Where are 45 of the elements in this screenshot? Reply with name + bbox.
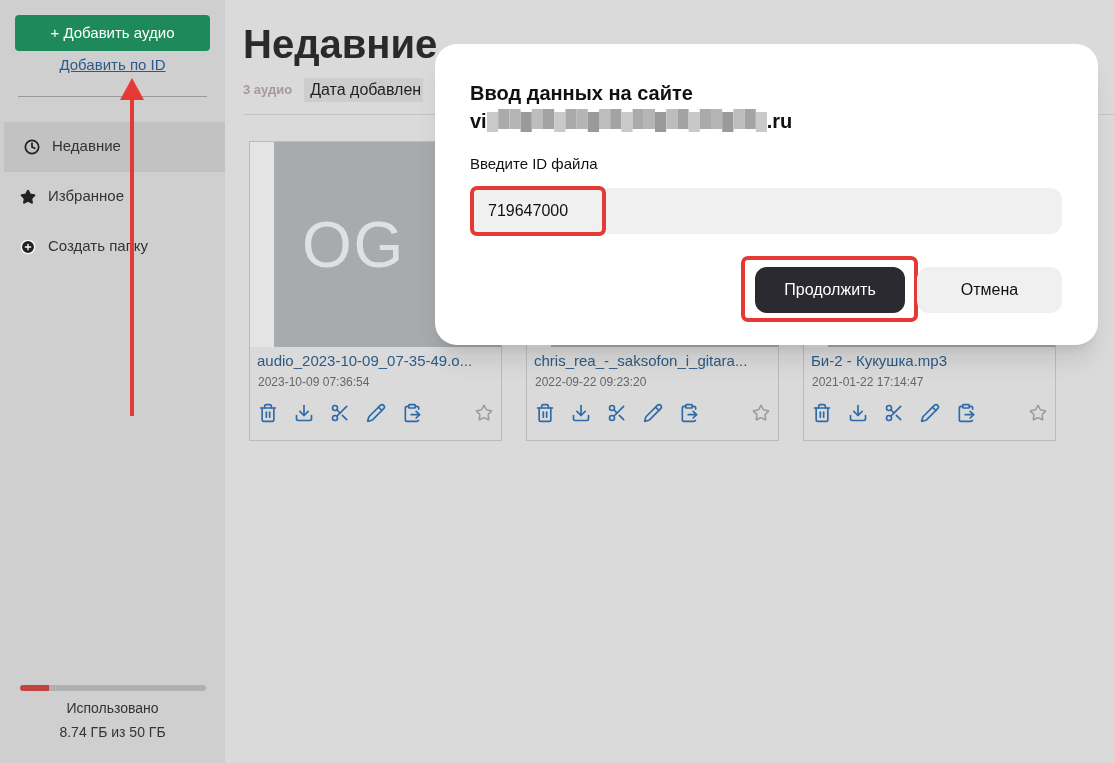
pencil-icon[interactable] bbox=[366, 402, 386, 423]
trash-icon[interactable] bbox=[258, 402, 278, 423]
audio-date: 2022-09-22 09:23:20 bbox=[534, 373, 648, 391]
audio-title[interactable]: Би-2 - Кукушка.mp3 bbox=[804, 350, 1055, 373]
storage-usage: 8.74 ГБ из 50 ГБ bbox=[59, 723, 166, 742]
download-icon[interactable] bbox=[848, 402, 868, 423]
storage-label: Использовано bbox=[66, 699, 159, 718]
audio-title[interactable]: audio_2023-10-09_07-35-49.o... bbox=[250, 350, 501, 373]
clipboard-icon[interactable] bbox=[402, 402, 422, 423]
pencil-icon[interactable] bbox=[920, 402, 940, 423]
sidebar-item[interactable]: Недавние bbox=[4, 121, 225, 172]
trash-icon[interactable] bbox=[812, 402, 832, 423]
cancel-button[interactable]: Отмена bbox=[917, 266, 1062, 313]
scissors-icon[interactable] bbox=[884, 402, 904, 423]
add-audio-button[interactable]: + Добавить аудио bbox=[15, 15, 210, 51]
trash-icon[interactable] bbox=[535, 402, 555, 423]
audio-title[interactable]: chris_rea_-_saksofon_i_gitara... bbox=[527, 350, 778, 373]
plus-circle-icon bbox=[20, 238, 36, 255]
add-by-id-link[interactable]: Добавить по ID bbox=[59, 54, 166, 77]
clipboard-icon[interactable] bbox=[679, 402, 699, 423]
dialog-title: Ввод данных на сайте bbox=[470, 81, 694, 106]
download-icon[interactable] bbox=[294, 402, 314, 423]
scissors-icon[interactable] bbox=[607, 402, 627, 423]
favorite-star-icon[interactable] bbox=[1029, 403, 1047, 422]
site-name-start: vi bbox=[470, 109, 487, 134]
audio-count: 3 аудио bbox=[243, 81, 293, 100]
favorite-star-icon[interactable] bbox=[475, 403, 493, 422]
star-icon bbox=[20, 188, 36, 205]
field-label: Введите ID файла bbox=[470, 154, 599, 174]
sidebar-label: Избранное bbox=[48, 186, 125, 207]
audio-date: 2021-01-22 17:14:47 bbox=[811, 373, 925, 391]
download-icon[interactable] bbox=[571, 402, 591, 423]
continue-button[interactable]: Продолжить bbox=[755, 266, 905, 313]
page-title: Недавние bbox=[243, 21, 439, 68]
clipboard-icon[interactable] bbox=[956, 402, 976, 423]
site-name-end: .ru bbox=[766, 109, 793, 134]
favorite-star-icon[interactable] bbox=[752, 403, 770, 422]
sidebar-label: Недавние bbox=[52, 136, 121, 157]
scissors-icon[interactable] bbox=[330, 402, 350, 423]
clock-icon bbox=[24, 138, 40, 155]
sidebar-item[interactable]: Избранное bbox=[0, 171, 225, 222]
sort-select[interactable]: Дата добавлен bbox=[304, 78, 424, 102]
pencil-icon[interactable] bbox=[643, 402, 663, 423]
thumbnail-text: OG bbox=[302, 207, 405, 283]
audio-date: 2023-10-09 07:36:54 bbox=[257, 373, 371, 391]
